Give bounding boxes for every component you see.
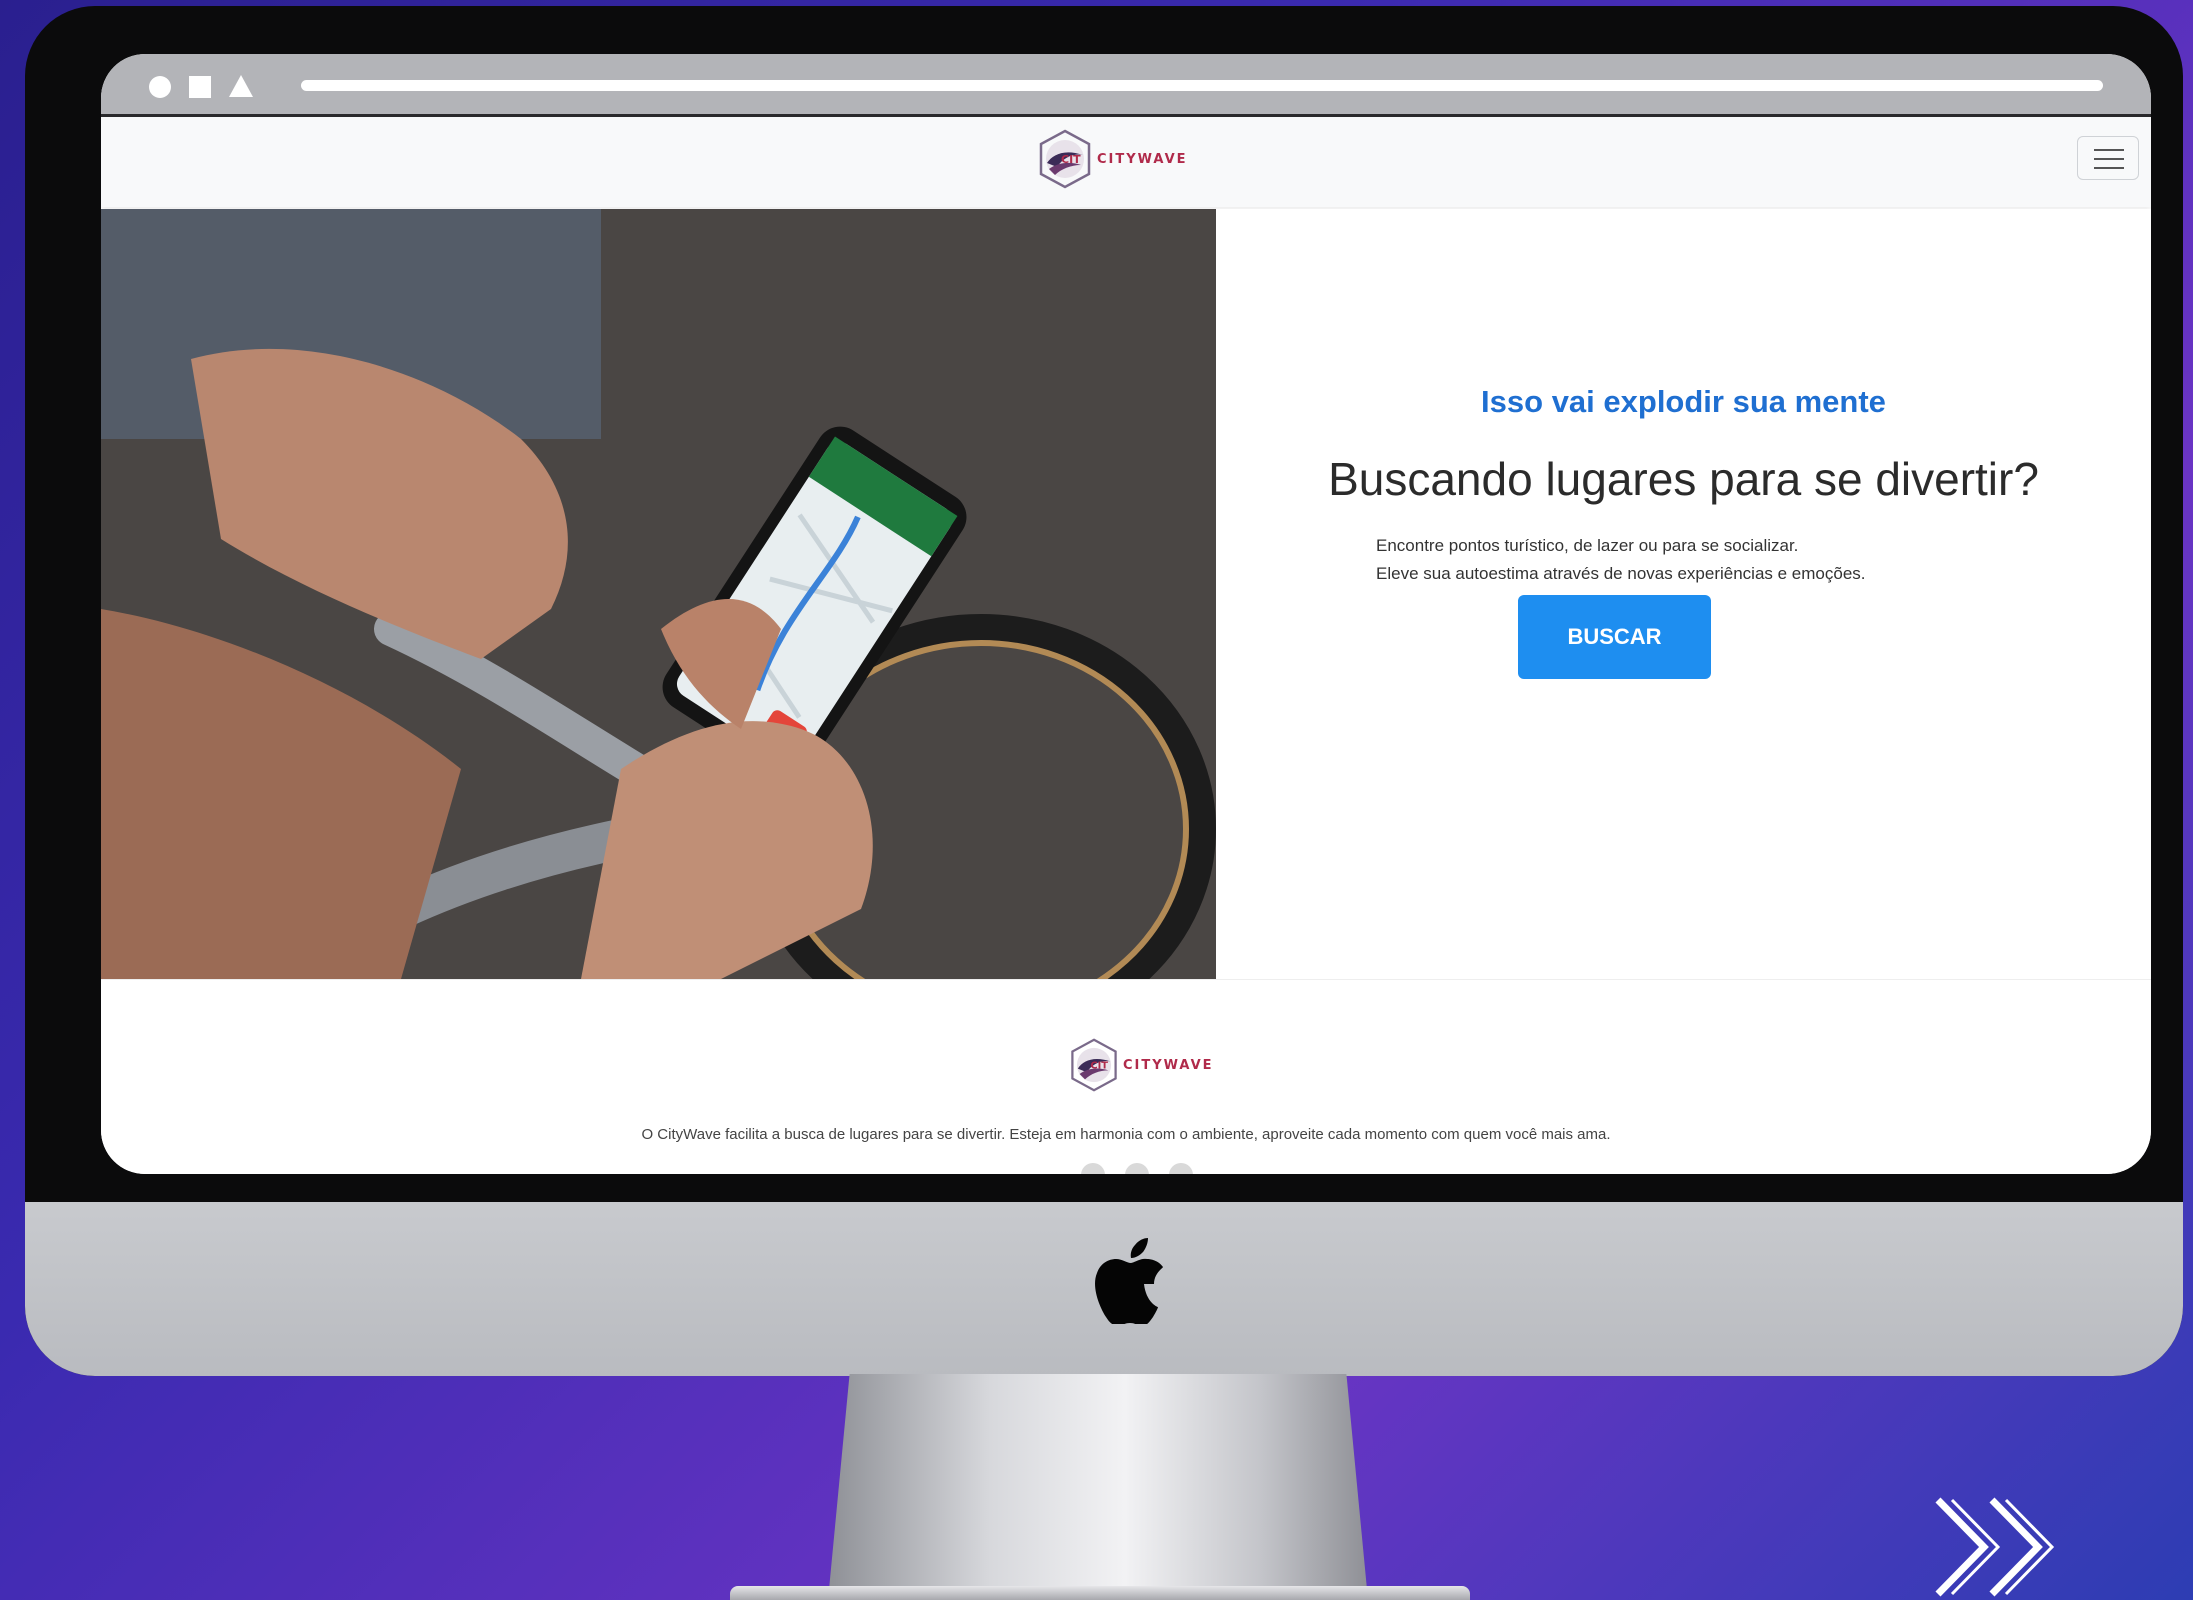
hero-headline: Buscando lugares para se divertir? [1328, 453, 2039, 505]
hero-description-line1: Encontre pontos turístico, de lazer ou p… [1376, 536, 1799, 555]
social-icon-3[interactable] [1169, 1163, 1193, 1174]
monitor-frame: CIT CITYWAVE Isso vai explodir sua mente… [25, 6, 2183, 1376]
monitor-stand [828, 1374, 1368, 1600]
site-navbar: CIT CITYWAVE [101, 117, 2151, 207]
address-bar[interactable] [301, 80, 2103, 91]
footer-brand-logo[interactable]: CIT CITYWAVE [1067, 1038, 1214, 1092]
svg-text:CIT: CIT [1090, 1061, 1108, 1072]
site-footer: CIT CITYWAVE O CityWave facilita a busca… [101, 979, 2151, 1174]
brand-name: CITYWAVE [1097, 151, 1188, 167]
monitor-stand-base [730, 1586, 1470, 1600]
hamburger-line [2094, 167, 2124, 169]
window-circle-control[interactable] [149, 76, 171, 98]
svg-text:CIT: CIT [1061, 153, 1081, 166]
apple-logo-icon [1095, 1238, 1163, 1324]
hero-image [101, 209, 1216, 979]
hamburger-line [2094, 158, 2124, 160]
footer-description: O CityWave facilita a busca de lugares p… [641, 1126, 1611, 1143]
window-square-control[interactable] [189, 76, 211, 98]
search-button[interactable]: BUSCAR [1518, 595, 1711, 679]
citywave-logo-icon: CIT [1039, 129, 1091, 189]
brand-logo[interactable]: CIT CITYWAVE [1035, 129, 1188, 189]
citywave-logo-icon: CIT [1071, 1038, 1117, 1092]
menu-toggle-button[interactable] [2077, 136, 2139, 180]
browser-toolbar [101, 54, 2151, 117]
social-icon-1[interactable] [1081, 1163, 1105, 1174]
footer-brand-name: CITYWAVE [1123, 1057, 1214, 1073]
social-links [1081, 1163, 1193, 1174]
hero-photo [101, 209, 1216, 979]
browser-screen: CIT CITYWAVE Isso vai explodir sua mente… [101, 54, 2151, 1174]
hero-eyebrow: Isso vai explodir sua mente [1481, 384, 1886, 419]
hamburger-menu-icon [2094, 149, 2124, 151]
window-triangle-control[interactable] [229, 75, 253, 97]
hero-description: Encontre pontos turístico, de lazer ou p… [1376, 532, 1866, 588]
double-chevron-right-icon [1935, 1497, 2055, 1597]
social-icon-2[interactable] [1125, 1163, 1149, 1174]
hero-content: Isso vai explodir sua mente Buscando lug… [1216, 209, 2151, 979]
hero-description-line2: Eleve sua autoestima através de novas ex… [1376, 564, 1866, 583]
